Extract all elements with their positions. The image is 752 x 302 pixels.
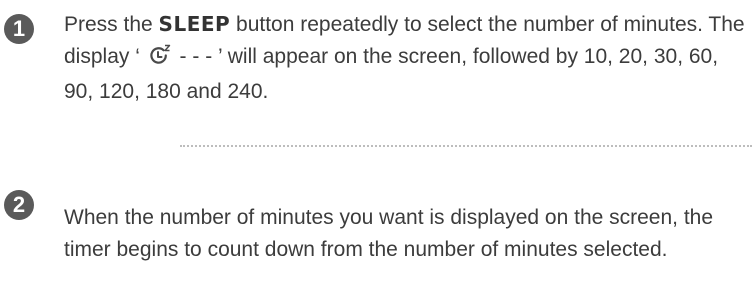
step-number-badge: 2 — [4, 190, 34, 220]
step-2-text: When the number of minutes you want is d… — [64, 206, 714, 261]
sleep-keyword: SLEEP — [158, 12, 231, 36]
section-divider — [180, 145, 752, 147]
step-1-text: Press the SLEEP button repeatedly to sel… — [64, 8, 748, 108]
sleep-timer-icon — [148, 44, 172, 76]
step-number-badge: 1 — [4, 14, 34, 44]
step-1-text-part1: Press the — [64, 13, 159, 36]
